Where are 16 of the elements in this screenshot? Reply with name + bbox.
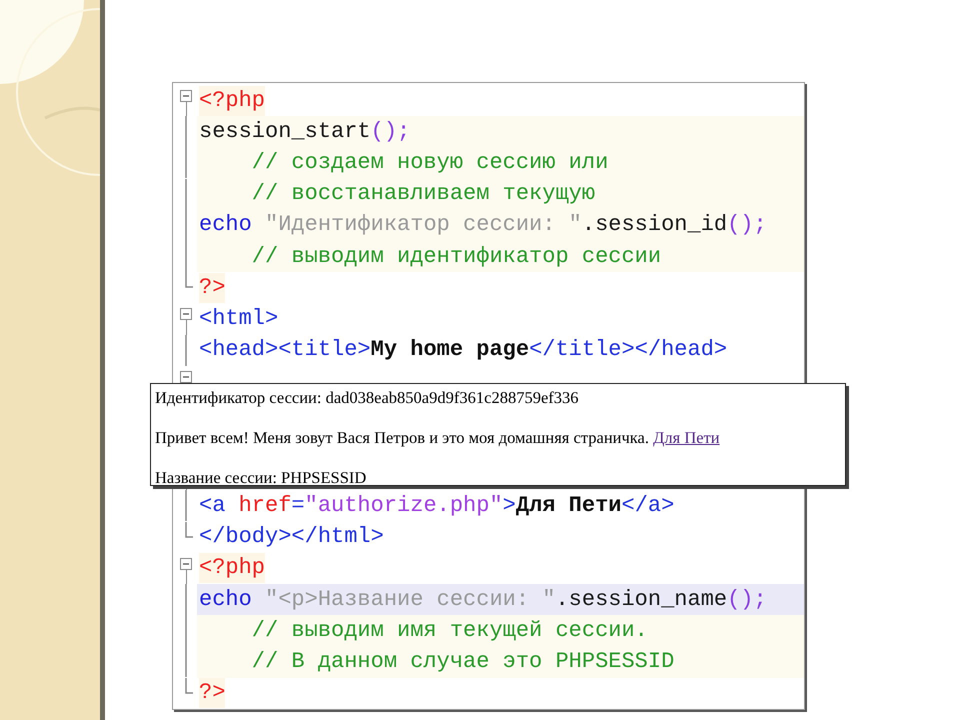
code-line: // выводим имя текущей сессии. xyxy=(250,616,648,645)
code-line: echo "<p>Название сессии: ".session_name(); xyxy=(199,586,767,614)
code-line: session_start(); xyxy=(199,118,410,146)
page-link[interactable]: Для Пети xyxy=(653,428,720,447)
output-text: Идентификатор сессии: dad038eab850a9d9f361c288759ef336 xyxy=(155,388,580,407)
output-text: Название сессии: PHPSESSID xyxy=(155,468,368,487)
code-line: // выводим идентификатор сессии xyxy=(250,242,662,271)
code-line: // создаем новую сессию или xyxy=(250,148,608,177)
code-line: <html> xyxy=(199,304,278,333)
code-line: <head><title>My home page</title></head> xyxy=(199,336,728,364)
code-line: <a href="authorize.php">Для Пети</a> xyxy=(199,492,674,520)
code-line: // В данном случае это PHPSESSID xyxy=(250,648,674,676)
code-line: // восстанавливаем текущую xyxy=(250,180,596,208)
code-line: echo "Идентификатор сессии: ".session_id(); xyxy=(199,211,767,240)
output-text: Привет всем! Меня зовут Вася Петров и это моя домашняя страничка. Для Пети xyxy=(155,428,721,447)
code-line: </body></html> xyxy=(199,523,384,552)
